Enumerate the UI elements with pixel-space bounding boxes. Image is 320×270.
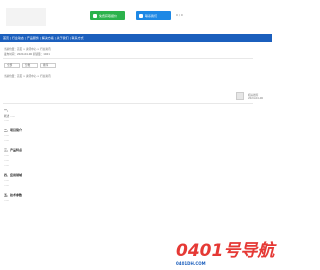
site-logo[interactable] [6, 8, 46, 26]
section-heading: 三、产品特点 [4, 148, 23, 152]
section-heading: 四、应用领域 [4, 173, 23, 177]
contact-button[interactable]: 联系我们 [136, 11, 171, 20]
publish-info: 发布时间：2024-04-06 阅读量：1021 [4, 53, 50, 56]
section-line: …… [4, 199, 10, 202]
phone-icon [139, 13, 143, 18]
watermark-logo: 0401号导航 [176, 241, 275, 261]
counter-text: 0 / 0 [176, 13, 183, 17]
section-line: …… [4, 184, 10, 187]
top-bar: 免费获取报价 联系我们 0 / 0 [0, 0, 272, 34]
chat-icon [93, 13, 97, 18]
get-quote-button[interactable]: 免费获取报价 [90, 11, 125, 20]
section-line: …… [4, 119, 10, 122]
nav-text[interactable]: 首页 | 行业动态 | 产品服务 | 解决方案 | 关于我们 | 联系方式 [3, 36, 84, 40]
section-line: …… [4, 134, 10, 137]
side-thumbnail[interactable] [236, 92, 244, 100]
filter-all[interactable]: 全部 [4, 63, 20, 68]
watermark-url: 0401DH.COM [176, 261, 206, 266]
section-heading: 一、 [4, 108, 11, 112]
section-line: …… [4, 179, 10, 182]
divider [3, 58, 253, 59]
section-heading: 五、技术参数 [4, 193, 23, 197]
section-line: …… [4, 159, 10, 162]
get-quote-label: 免费获取报价 [99, 13, 118, 18]
side-date: 2024-04-06 [248, 97, 264, 100]
main-nav[interactable]: 首页 | 行业动态 | 产品服务 | 解决方案 | 关于我们 | 联系方式 [0, 34, 272, 42]
section-line: 概述 …… [4, 115, 16, 118]
intro-line: 当前位置：首页 > 资讯中心 > 行业资讯 [4, 75, 51, 78]
contact-label: 联系我们 [145, 13, 158, 18]
section-line: …… [4, 164, 10, 167]
section-heading: 二、项目简介 [4, 128, 23, 132]
breadcrumb[interactable]: 当前位置：首页 > 资讯中心 > 行业资讯 [4, 47, 124, 51]
divider [3, 103, 253, 104]
filter-category[interactable]: 分类 [22, 63, 38, 68]
filter-sort[interactable]: 排序 [40, 63, 56, 68]
section-line: …… [4, 154, 10, 157]
section-line: …… [4, 139, 10, 142]
